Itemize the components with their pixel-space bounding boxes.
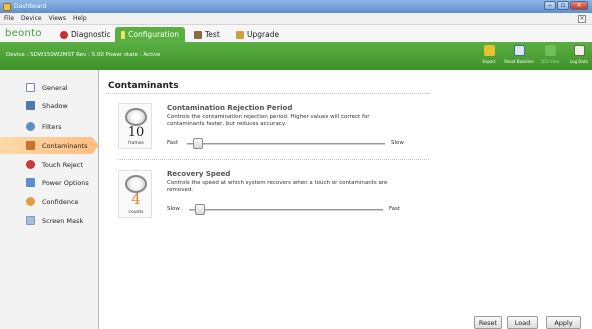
section-description: Controls the speed at which system recov… — [167, 180, 388, 193]
recovery-speed-value: 4 — [131, 190, 141, 208]
sidebar-item-touch-reject[interactable]: Touch Reject — [0, 156, 98, 173]
slider-thumb[interactable] — [194, 204, 205, 215]
slider-track[interactable] — [187, 143, 385, 145]
tab-diagnostic[interactable]: Diagnostic — [54, 27, 117, 42]
tab-label: Test — [205, 30, 220, 39]
section-divider — [118, 159, 429, 160]
slider-max-label: Slow — [391, 140, 404, 146]
device-status: Device : SDW150W2MST Rev : 5.00 Power st… — [6, 52, 161, 58]
timer-icon — [125, 108, 147, 126]
page-title: Contaminants — [108, 81, 179, 91]
slider-min-label: Slow — [167, 206, 180, 212]
section-title: Recovery Speed — [167, 170, 231, 178]
slider-max-label: Fast — [389, 206, 401, 212]
tab-test[interactable]: Test — [188, 27, 226, 42]
export-icon — [483, 45, 495, 56]
sidebar-item-contaminants[interactable]: Contaminants — [0, 137, 99, 154]
menu-bar: File Device Views Help × — [0, 13, 592, 25]
upgrade-icon — [236, 30, 244, 39]
power-options-icon — [26, 178, 35, 187]
menu-device[interactable]: Device — [21, 15, 42, 22]
recovery-speed-slider[interactable]: Slow Fast — [167, 204, 407, 216]
reset-baseline-icon — [513, 45, 525, 56]
menu-views[interactable]: Views — [49, 15, 66, 22]
section-title: Contamination Rejection Period — [167, 104, 293, 112]
recovery-speed-unit: counts — [128, 210, 144, 215]
rejection-period-value: 10 — [127, 125, 145, 140]
app-icon — [3, 2, 11, 11]
screen-mask-icon — [26, 216, 35, 225]
recovery-speed-icon: 4 counts — [118, 170, 152, 218]
rejection-period-slider[interactable]: Fast Slow — [167, 138, 407, 150]
shadow-icon — [26, 101, 35, 110]
window-title: Dashboard — [14, 3, 47, 10]
sidebar: General Shadow Filters Contaminants Touc… — [0, 70, 99, 329]
export-button[interactable]: Export — [476, 45, 502, 64]
general-icon — [26, 83, 35, 92]
contaminants-icon — [26, 141, 35, 150]
dashboard-window: Dashboard – ▫ × File Device Views Help ×… — [0, 0, 592, 329]
slider-thumb[interactable] — [192, 138, 203, 149]
title-divider — [106, 93, 429, 94]
apply-button[interactable]: Apply — [546, 316, 581, 329]
close-icon[interactable]: × — [570, 1, 588, 10]
hammer-icon — [194, 30, 202, 39]
main-panel: Contaminants 10 frames Contamination Rej… — [100, 70, 592, 329]
reset-baseline-button[interactable]: Reset Baseline — [504, 45, 534, 64]
sidebar-item-screen-mask[interactable]: Screen Mask — [0, 212, 98, 229]
rejection-period-icon: 10 frames — [118, 103, 152, 149]
tab-configuration[interactable]: Configuration — [115, 27, 185, 42]
maximize-icon[interactable]: ▫ — [557, 1, 569, 10]
reset-button[interactable]: Reset — [474, 316, 502, 329]
touch-reject-icon — [26, 160, 35, 169]
filters-icon — [26, 122, 35, 131]
logo: beonto — [5, 28, 42, 39]
log-data-button[interactable]: Log Data — [566, 45, 592, 64]
led-view-icon — [544, 45, 556, 56]
slider-min-label: Fast — [167, 140, 179, 146]
sidebar-item-general[interactable]: General — [0, 79, 98, 96]
sidebar-item-shadow[interactable]: Shadow — [0, 97, 98, 114]
window-controls: – ▫ × — [544, 1, 588, 10]
title-bar: Dashboard – ▫ × — [0, 0, 592, 13]
rejection-period-unit: frames — [128, 141, 144, 146]
tab-label: Diagnostic — [71, 30, 111, 39]
menu-file[interactable]: File — [4, 15, 14, 22]
tab-bar: beonto Diagnostic Configuration Test Upg… — [0, 25, 592, 42]
load-button[interactable]: Load — [507, 316, 538, 329]
tab-upgrade[interactable]: Upgrade — [230, 27, 285, 42]
section-rejection-period: 10 frames Contamination Rejection Period… — [100, 103, 440, 163]
sidebar-item-confidence[interactable]: Confidence — [0, 193, 98, 210]
wrench-icon — [121, 30, 126, 39]
menu-help[interactable]: Help — [73, 15, 87, 22]
minimize-icon[interactable]: – — [544, 1, 556, 10]
section-description: Controls the contamination rejection per… — [167, 114, 370, 127]
log-data-icon — [573, 45, 585, 56]
confidence-icon — [26, 197, 35, 206]
mdi-close-icon[interactable]: × — [578, 15, 586, 23]
sidebar-item-filters[interactable]: Filters — [0, 118, 98, 135]
device-status-bar: Device : SDW150W2MST Rev : 5.00 Power st… — [0, 42, 592, 70]
heart-icon — [60, 30, 68, 39]
tab-label: Upgrade — [247, 30, 280, 39]
slider-track[interactable] — [189, 209, 383, 211]
sidebar-item-power-options[interactable]: Power Options — [0, 174, 98, 191]
led-view-button[interactable]: LED View — [537, 45, 563, 64]
tab-label: Configuration — [128, 30, 179, 39]
section-recovery-speed: 4 counts Recovery Speed Controls the spe… — [100, 168, 440, 223]
